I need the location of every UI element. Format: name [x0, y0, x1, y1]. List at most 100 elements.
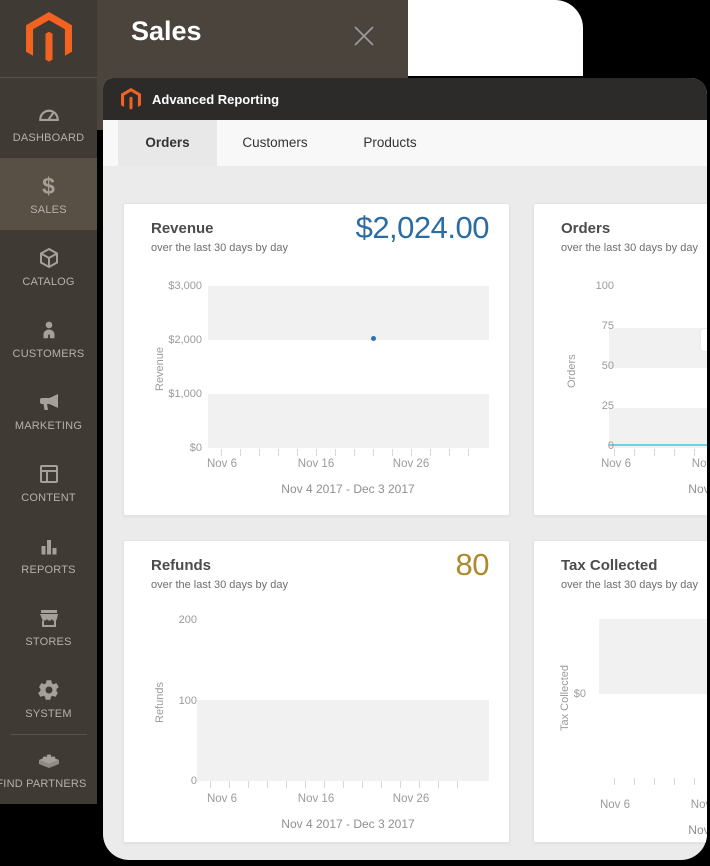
x-tick: Nov 6	[601, 458, 631, 470]
y-tick: $2,000	[142, 334, 202, 346]
sidebar-item-catalog[interactable]: CATALOG	[0, 230, 97, 302]
magento-logo[interactable]	[0, 0, 97, 78]
sidebar-item-label: DASHBOARD	[13, 132, 84, 144]
sidebar-item-dashboard[interactable]: DASHBOARD	[0, 86, 97, 158]
y-axis-title: Revenue	[154, 347, 166, 391]
tab-orders[interactable]: Orders	[118, 120, 217, 166]
x-axis-ticks	[221, 449, 487, 456]
revenue-total-value: $2,024.00	[356, 210, 489, 246]
y-tick: 50	[554, 360, 614, 372]
x-axis-ticks	[614, 449, 707, 456]
sidebar-item-label: CUSTOMERS	[13, 348, 85, 360]
y-tick: $3,000	[142, 280, 202, 292]
sidebar-item-content[interactable]: CONTENT	[0, 446, 97, 518]
orders-plot	[609, 288, 707, 448]
revenue-card: Revenue over the last 30 days by day $2,…	[123, 203, 510, 516]
revenue-plot	[208, 286, 489, 448]
x-tick: Nov 26	[393, 458, 429, 470]
card-subtitle: over the last 30 days by day	[561, 242, 698, 254]
sidebar-menu: DASHBOARD $ SALES CATALOG	[0, 86, 97, 801]
y-tick: $0	[142, 442, 202, 454]
y-tick: 0	[554, 440, 614, 452]
sidebar-item-label: CONTENT	[21, 492, 76, 504]
sidebar-item-marketing[interactable]: MARKETING	[0, 374, 97, 446]
card-title: Orders	[561, 220, 610, 237]
report-tabbar: Orders Customers Products	[103, 120, 707, 166]
advanced-reporting-header: Advanced Reporting	[103, 78, 707, 120]
plot-band	[208, 286, 489, 340]
tab-customers[interactable]: Customers	[223, 120, 327, 166]
sidebar-item-label: SYSTEM	[25, 708, 71, 720]
date-range-caption: Nov 4 2017 - Dec 3 2017	[688, 823, 707, 837]
sidebar-item-sales[interactable]: $ SALES	[0, 158, 97, 230]
sidebar-item-customers[interactable]: CUSTOMERS	[0, 302, 97, 374]
x-tick: Nov 16	[298, 793, 334, 805]
sidebar-item-label: CATALOG	[22, 276, 74, 288]
tax-plot	[599, 619, 707, 783]
sidebar-item-label: SALES	[30, 204, 66, 216]
close-icon[interactable]	[352, 24, 376, 48]
refunds-plot	[197, 620, 489, 781]
date-range-caption: Nov 4 2017 - Dec 3 2017	[281, 482, 414, 496]
sidebar-item-label: STORES	[25, 636, 71, 648]
plot-band	[609, 328, 707, 368]
sidebar-item-find-partners[interactable]: FIND PARTNERS	[0, 735, 97, 801]
sidebar-item-label: MARKETING	[15, 420, 82, 432]
store-icon	[37, 605, 61, 631]
y-tick: 25	[554, 400, 614, 412]
y-axis-title: Orders	[566, 354, 578, 388]
box-icon	[37, 245, 61, 271]
sidebar-item-system[interactable]: SYSTEM	[0, 662, 97, 734]
date-range-caption: Nov 4 2017 - Dec 3 2017	[688, 482, 707, 496]
brick-icon	[36, 747, 62, 773]
x-tick: Nov 6	[600, 799, 630, 811]
x-tick: Nov 6	[207, 793, 237, 805]
magento-logo-small	[121, 88, 141, 111]
card-subtitle: over the last 30 days by day	[151, 242, 288, 254]
x-tick: Nov 6	[207, 458, 237, 470]
x-tick: Nov 16	[691, 799, 707, 811]
date-range-caption: Nov 4 2017 - Dec 3 2017	[281, 817, 414, 831]
card-title: Refunds	[151, 557, 211, 574]
plot-band	[208, 394, 489, 448]
page-underlay	[408, 0, 583, 76]
y-axis-title: Tax Collected	[559, 665, 571, 731]
admin-sidebar: DASHBOARD $ SALES CATALOG	[0, 0, 97, 804]
orders-card: Orders over the last 30 days by day 100 …	[533, 203, 707, 516]
revenue-data-point	[371, 336, 376, 341]
sidebar-item-stores[interactable]: STORES	[0, 590, 97, 662]
refunds-card: Refunds over the last 30 days by day 80 …	[123, 540, 510, 843]
x-tick: Nov 16	[298, 458, 334, 470]
advanced-reporting-window: Advanced Reporting Orders Customers Prod…	[103, 78, 707, 860]
plot-band	[609, 408, 707, 448]
sidebar-item-label: FIND PARTNERS	[0, 778, 87, 790]
megaphone-icon	[37, 389, 61, 415]
x-tick: Nov 26	[393, 793, 429, 805]
orders-line-series	[609, 444, 707, 446]
tax-collected-card: Tax Collected over the last 30 days by d…	[533, 540, 707, 843]
y-tick: 100	[554, 280, 614, 292]
y-tick: 0	[137, 775, 197, 787]
y-tick: 200	[137, 614, 197, 626]
screenshot-canvas: Sales DASHBOARD	[0, 0, 710, 866]
tab-products[interactable]: Products	[335, 120, 445, 166]
y-tick: 100	[137, 695, 197, 707]
card-title: Tax Collected	[561, 557, 657, 574]
plot-band	[197, 700, 489, 781]
refunds-total-value: 80	[456, 547, 489, 583]
sidebar-item-reports[interactable]: REPORTS	[0, 518, 97, 590]
person-icon	[38, 317, 60, 343]
window-title: Advanced Reporting	[152, 92, 279, 107]
x-axis-ticks	[210, 781, 476, 788]
gauge-icon	[36, 101, 62, 127]
sidebar-item-label: REPORTS	[21, 564, 75, 576]
card-subtitle: over the last 30 days by day	[151, 579, 288, 591]
y-tick: $1,000	[142, 388, 202, 400]
layout-icon	[37, 461, 61, 487]
y-tick: 75	[554, 320, 614, 332]
plot-band	[599, 619, 707, 694]
gear-icon	[37, 677, 61, 703]
card-subtitle: over the last 30 days by day	[561, 579, 698, 591]
flyout-title: Sales	[131, 16, 202, 47]
barchart-icon	[37, 533, 61, 559]
